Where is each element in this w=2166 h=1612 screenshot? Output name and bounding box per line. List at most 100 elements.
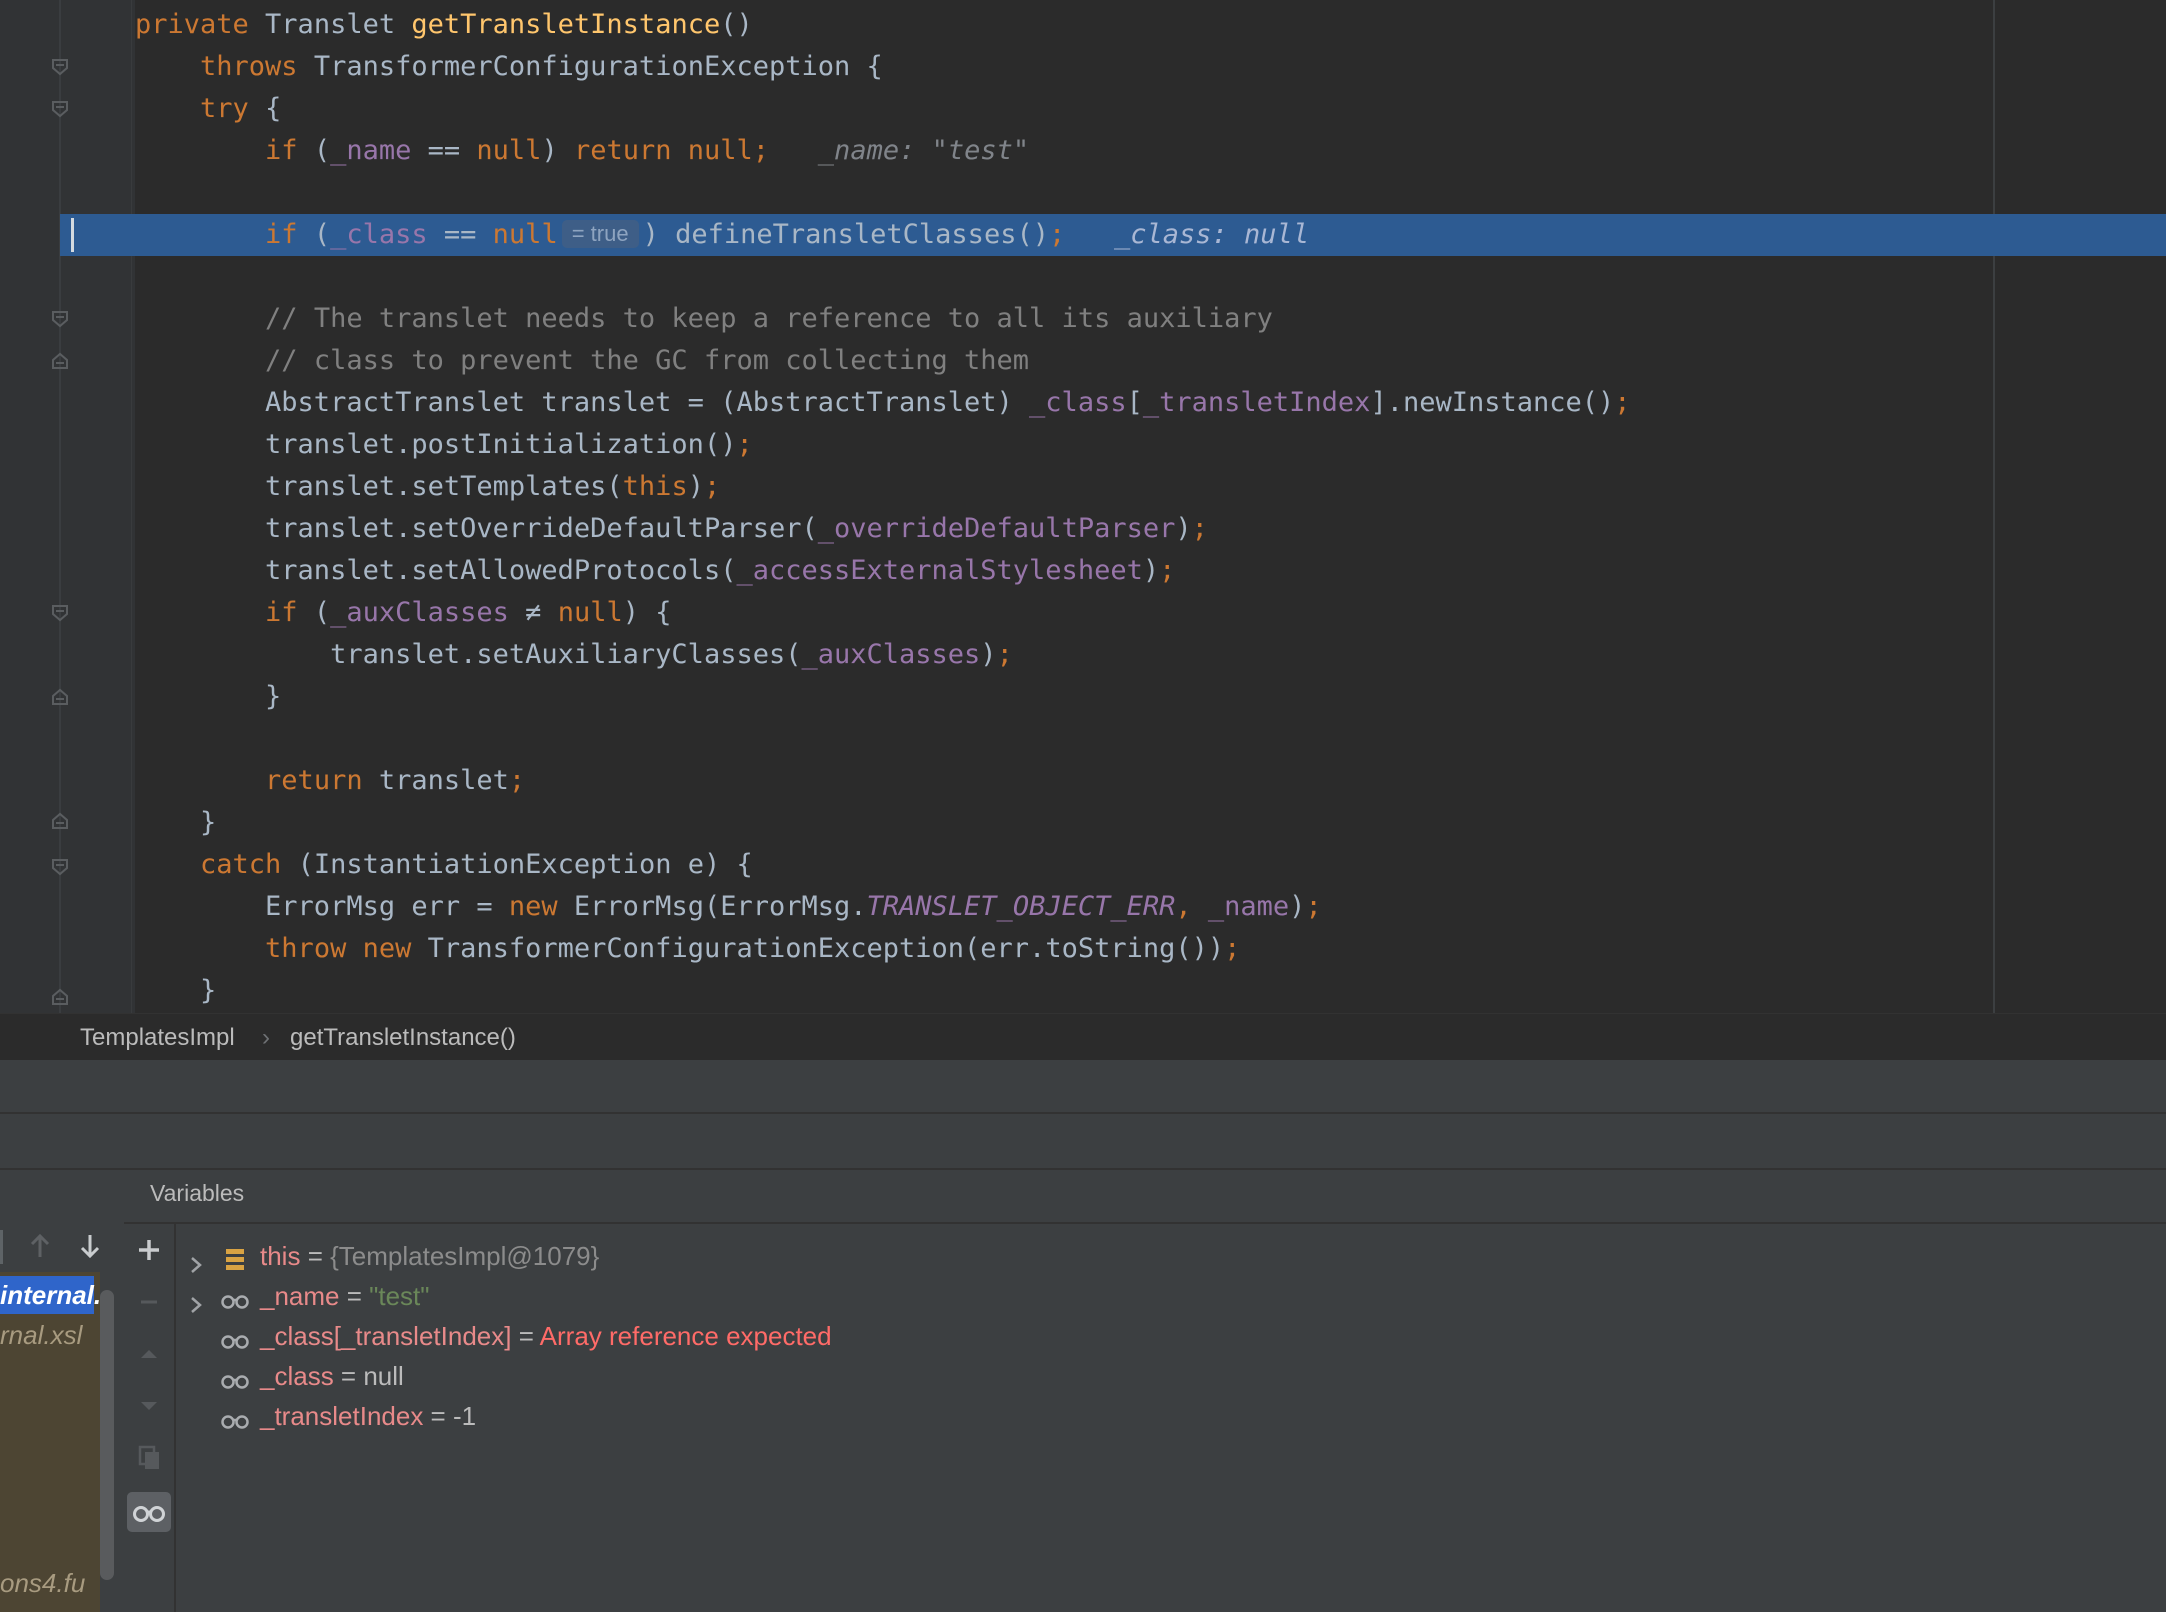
fold-open-icon[interactable]: [51, 604, 69, 622]
code-line[interactable]: // The translet needs to keep a referenc…: [135, 298, 1273, 340]
chevron-right-icon[interactable]: [186, 1286, 206, 1313]
variable-equals: =: [511, 1321, 540, 1351]
code-token: _accessExternalStylesheet: [736, 555, 1143, 586]
code-token: private: [135, 9, 266, 40]
chevron-right-icon[interactable]: [186, 1246, 206, 1273]
code-token: throw new: [265, 933, 428, 964]
variable-name: this: [260, 1241, 301, 1271]
code-line[interactable]: AbstractTranslet translet = (AbstractTra…: [135, 382, 1631, 424]
code-token: translet: [378, 765, 509, 796]
fold-open-icon[interactable]: [51, 310, 69, 328]
variable-name: _class[_transletIndex]: [260, 1321, 512, 1351]
code-token: new: [508, 891, 574, 922]
code-token: translet.setAuxiliaryClasses(: [135, 639, 802, 670]
code-line[interactable]: }: [135, 970, 216, 1012]
code-line[interactable]: translet.setAllowedProtocols(_accessExte…: [135, 550, 1175, 592]
fold-close-icon[interactable]: [51, 688, 69, 706]
move-down-icon[interactable]: [133, 1390, 165, 1422]
code-token: return null: [573, 135, 753, 166]
breadcrumb-method[interactable]: getTransletInstance(): [290, 1024, 516, 1052]
code-line[interactable]: private Translet getTransletInstance(): [135, 4, 753, 46]
code-line[interactable]: }: [135, 676, 281, 718]
code-token: ;: [1614, 387, 1631, 418]
text-caret: [71, 218, 74, 252]
fold-open-icon[interactable]: [51, 858, 69, 876]
add-watch-icon[interactable]: [133, 1234, 165, 1266]
code-line[interactable]: translet.postInitialization();: [135, 424, 753, 466]
variable-value: {TemplatesImpl@1079}: [330, 1241, 600, 1271]
code-line[interactable]: throw new TransformerConfigurationExcept…: [135, 928, 1240, 970]
variable-row[interactable]: _transletIndex = -1: [176, 1396, 2076, 1436]
code-line[interactable]: throws TransformerConfigurationException…: [135, 46, 883, 88]
variable-equals: =: [333, 1361, 364, 1391]
code-token: // class to prevent the GC from collecti…: [265, 345, 1030, 376]
frame-item[interactable]: ons4.fu: [0, 1564, 85, 1602]
fold-close-icon[interactable]: [51, 988, 69, 1006]
code-token: ): [1289, 891, 1306, 922]
fold-close-icon[interactable]: [51, 352, 69, 370]
frame-item-selected[interactable]: internal.: [0, 1276, 101, 1314]
move-up-icon[interactable]: [133, 1338, 165, 1370]
code-line[interactable]: return translet;: [135, 760, 525, 802]
code-token: null: [557, 597, 623, 628]
code-token: ): [541, 135, 574, 166]
code-line[interactable]: translet.setAuxiliaryClasses(_auxClasses…: [135, 634, 1013, 676]
code-token: ;: [736, 429, 753, 460]
code-line[interactable]: try {: [135, 88, 281, 130]
fold-open-icon[interactable]: [51, 100, 69, 118]
breadcrumb-class[interactable]: TemplatesImpl: [80, 1024, 235, 1052]
fold-close-icon[interactable]: [51, 812, 69, 830]
code-editor[interactable]: private Translet getTransletInstance() t…: [0, 0, 2166, 1013]
code-token: _name: [330, 135, 412, 166]
watch-icon: [220, 1364, 252, 1389]
frames-list[interactable]: internal. rnal.xsl ons4.fu: [0, 1272, 101, 1612]
code-token: ;: [996, 639, 1013, 670]
code-token: (InstantiationException e) {: [297, 849, 753, 880]
remove-watch-icon[interactable]: [133, 1286, 165, 1318]
gutter-separator: [131, 0, 132, 1013]
frames-toolbar: [0, 1222, 124, 1272]
code-token: (): [720, 9, 753, 40]
code-token: }: [135, 975, 217, 1006]
variable-row[interactable]: _name = "test": [176, 1276, 2076, 1316]
code-token: getTransletInstance: [411, 9, 721, 40]
code-token: ErrorMsg(ErrorMsg.: [573, 891, 867, 922]
watches-toggle-icon[interactable]: [127, 1492, 171, 1532]
frame-item[interactable]: rnal.xsl: [0, 1316, 82, 1354]
variable-text: _class[_transletIndex] = Array reference…: [260, 1316, 832, 1356]
code-line[interactable]: }: [135, 802, 216, 844]
frames-panel: internal. rnal.xsl ons4.fu: [0, 1170, 126, 1612]
code-token: _class: [1029, 387, 1127, 418]
arrow-up-icon[interactable]: [24, 1230, 56, 1267]
variables-tree[interactable]: this = {TemplatesImpl@1079} _name = "test…: [176, 1224, 2166, 1612]
code-line[interactable]: // class to prevent the GC from collecti…: [135, 340, 1029, 382]
copy-icon[interactable]: [133, 1442, 165, 1474]
code-line[interactable]: translet.setOverrideDefaultParser(_overr…: [135, 508, 1208, 550]
frames-scrollbar[interactable]: [100, 1290, 114, 1580]
code-token: AbstractTranslet translet = (AbstractTra…: [135, 387, 1030, 418]
code-line-current[interactable]: if (_class == null = true) defineTranslet…: [135, 214, 1309, 256]
variables-title: Variables: [150, 1180, 245, 1206]
code-token: ;: [1048, 219, 1066, 250]
code-line[interactable]: translet.setTemplates(this);: [135, 466, 720, 508]
code-token: _transletIndex: [1142, 387, 1371, 418]
code-token: if: [265, 597, 314, 628]
arrow-down-icon[interactable]: [74, 1230, 106, 1267]
code-line[interactable]: catch (InstantiationException e) {: [135, 844, 753, 886]
variable-row[interactable]: _class[_transletIndex] = Array reference…: [176, 1316, 2076, 1356]
fold-open-icon[interactable]: [51, 58, 69, 76]
code-token: ) defineTransletClasses(): [642, 219, 1049, 250]
code-line[interactable]: ErrorMsg err = new ErrorMsg(ErrorMsg.TRA…: [135, 886, 1322, 928]
variable-equals: =: [339, 1281, 370, 1311]
variable-row[interactable]: this = {TemplatesImpl@1079}: [176, 1236, 2076, 1276]
code-line[interactable]: if (_auxClasses ≠ null) {: [135, 592, 671, 634]
variable-row[interactable]: _class = null: [176, 1356, 2076, 1396]
code-line[interactable]: if (_name == null) return null; _name: "…: [135, 130, 1029, 172]
